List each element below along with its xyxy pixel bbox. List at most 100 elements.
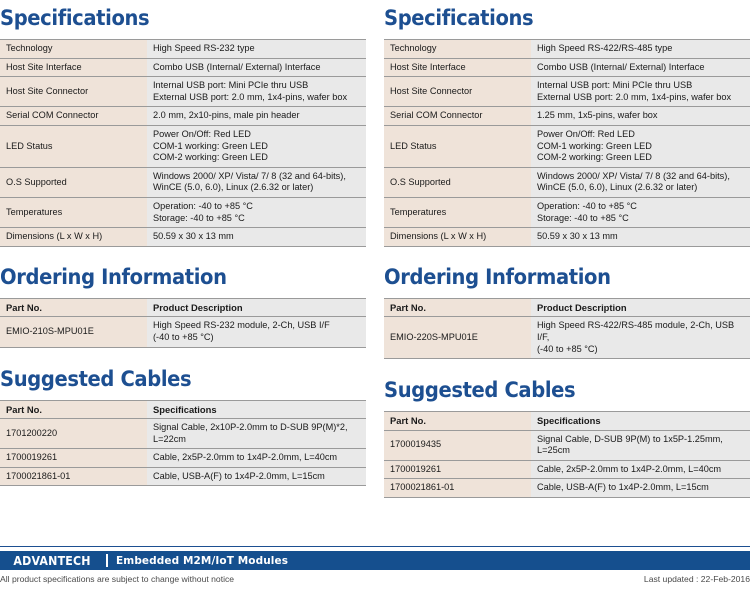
spec-value-cell: 1.25 mm, 1x5-pins, wafer box xyxy=(531,106,750,126)
spec-label-cell: Dimensions (L x W x H) xyxy=(0,227,147,247)
part-no-cell: 1700021861-01 xyxy=(384,478,531,499)
footer-product-line-title: Embedded M2M/IoT Modules xyxy=(116,554,289,567)
description-cell: Cable, USB-A(F) to 1x4P-2.0mm, L=15cm xyxy=(147,466,366,487)
spec-value-cell: High Speed RS-232 type xyxy=(147,39,366,59)
column-left: Specifications Technology High Speed RS-2… xyxy=(0,0,366,498)
column-header-description: Specifications xyxy=(147,399,366,420)
table-row: O.S Supported Windows 2000/ XP/ Vista/ 7/… xyxy=(384,166,750,198)
column-header-part-no: Part No. xyxy=(384,411,531,431)
table-row: 1701200220 Signal Cable, 2x10P-2.0mm to D… xyxy=(0,418,366,450)
section-title-cables-left: Suggested Cables xyxy=(0,366,192,391)
table-row: Temperatures Operation: -40 to +85 °C Sto… xyxy=(0,196,366,229)
section-title-ordering-left: Ordering Information xyxy=(0,264,227,289)
description-cell: Cable, 2x5P-2.0mm to 1x4P-2.0mm, L=40cm xyxy=(531,459,750,480)
table-header-row: Part No. Product Description xyxy=(384,297,750,318)
spec-label-cell: O.S Supported xyxy=(0,166,147,198)
ordering-table-right: Part No. Product Description EMIO-220S-MPU… xyxy=(384,297,750,360)
table-row: Technology High Speed RS-232 type xyxy=(0,39,366,59)
footer-logo-divider xyxy=(106,554,108,567)
spec-label-cell: Serial COM Connector xyxy=(0,106,147,126)
column-header-part-no: Part No. xyxy=(0,297,147,318)
column-header-description: Specifications xyxy=(531,411,750,431)
table-row: Host Site Connector Internal USB port: Mi… xyxy=(0,76,366,108)
ordering-table-left: Part No. Product Description EMIO-210S-MPU… xyxy=(0,297,366,348)
table-header-row: Part No. Specifications xyxy=(0,399,366,420)
part-no-cell: 1700019261 xyxy=(0,448,147,468)
part-no-cell: EMIO-220S-MPU01E xyxy=(384,316,531,360)
two-column-layout: Specifications Technology High Speed RS-2… xyxy=(0,0,750,499)
section-title-cables-right: Suggested Cables xyxy=(384,378,576,403)
spec-value-cell: Combo USB (Internal/ External) Interface xyxy=(147,57,366,78)
footer-disclaimer: All product specifications are subject t… xyxy=(0,574,235,584)
table-header-row: Part No. Specifications xyxy=(384,411,750,431)
specifications-table-left: Technology High Speed RS-232 type Host Sit… xyxy=(0,39,366,247)
spec-value-cell: Operation: -40 to +85 °C Storage: -40 to… xyxy=(531,196,750,229)
part-no-cell: 1700021861-01 xyxy=(0,466,147,487)
spec-label-cell: Host Site Interface xyxy=(0,57,147,78)
table-row: O.S Supported Windows 2000/ XP/ Vista/ 7/… xyxy=(0,166,366,198)
spec-label-cell: Host Site Connector xyxy=(384,76,531,108)
footer-last-updated: Last updated : 22-Feb-2016 xyxy=(643,574,750,584)
table-row: LED Status Power On/Off: Red LED COM-1 wo… xyxy=(384,124,750,168)
spec-value-cell: Operation: -40 to +85 °C Storage: -40 to… xyxy=(147,196,366,229)
spec-label-cell: LED Status xyxy=(0,124,147,168)
spec-value-cell: 50.59 x 30 x 13 mm xyxy=(147,227,366,247)
table-row: EMIO-210S-MPU01E High Speed RS-232 module… xyxy=(0,316,366,348)
part-no-cell: 1700019261 xyxy=(384,459,531,480)
table-row: 1700019261 Cable, 2x5P-2.0mm to 1x4P-2.0m… xyxy=(0,448,366,468)
description-cell: Cable, USB-A(F) to 1x4P-2.0mm, L=15cm xyxy=(531,478,750,499)
table-row: Serial COM Connector 1.25 mm, 1x5-pins, w… xyxy=(384,106,750,126)
column-header-part-no: Part No. xyxy=(384,297,531,318)
table-row: 1700019261 Cable, 2x5P-2.0mm to 1x4P-2.0m… xyxy=(384,459,750,480)
table-row: Serial COM Connector 2.0 mm, 2x10-pins, m… xyxy=(0,106,366,126)
column-header-description: Product Description xyxy=(147,297,366,318)
spec-value-cell: Power On/Off: Red LED COM-1 working: Gre… xyxy=(147,124,366,168)
table-row: 1700021861-01 Cable, USB-A(F) to 1x4P-2.0… xyxy=(384,478,750,499)
table-header-row: Part No. Product Description xyxy=(0,297,366,318)
table-row: EMIO-220S-MPU01E High Speed RS-422/RS-485… xyxy=(384,316,750,360)
description-cell: Signal Cable, 2x10P-2.0mm to D-SUB 9P(M)… xyxy=(147,418,366,450)
cables-table-left: Part No. Specifications 1701200220 Signal C… xyxy=(0,399,366,487)
description-cell: Cable, 2x5P-2.0mm to 1x4P-2.0mm, L=40cm xyxy=(147,448,366,468)
table-row: LED Status Power On/Off: Red LED COM-1 wo… xyxy=(0,124,366,168)
spec-value-cell: Combo USB (Internal/ External) Interface xyxy=(531,57,750,78)
column-header-description: Product Description xyxy=(531,297,750,318)
table-row: Technology High Speed RS-422/RS-485 type xyxy=(384,39,750,59)
spec-label-cell: Temperatures xyxy=(384,196,531,229)
table-row: 1700019435 Signal Cable, D-SUB 9P(M) to 1… xyxy=(384,429,750,461)
section-title-ordering-right: Ordering Information xyxy=(384,264,611,289)
description-cell: High Speed RS-232 module, 2-Ch, USB I/F … xyxy=(147,316,366,348)
cables-table-right: Part No. Specifications 1700019435 Signal C… xyxy=(384,411,750,499)
spec-label-cell: Dimensions (L x W x H) xyxy=(384,227,531,247)
spec-value-cell: Power On/Off: Red LED COM-1 working: Gre… xyxy=(531,124,750,168)
description-cell: Signal Cable, D-SUB 9P(M) to 1x5P-1.25mm… xyxy=(531,429,750,461)
advantech-logo: ADVANTECH xyxy=(0,551,104,570)
spec-label-cell: Host Site Connector xyxy=(0,76,147,108)
table-row: Dimensions (L x W x H) 50.59 x 30 x 13 mm xyxy=(384,227,750,247)
footer-bar: ADVANTECH Embedded M2M/IoT Modules xyxy=(0,551,750,570)
part-no-cell: 1700019435 xyxy=(384,429,531,461)
table-row: Host Site Interface Combo USB (Internal/ … xyxy=(0,57,366,78)
column-right: Specifications Technology High Speed RS-4… xyxy=(384,0,750,499)
spec-label-cell: O.S Supported xyxy=(384,166,531,198)
spec-label-cell: Technology xyxy=(0,39,147,59)
footer-note-row: All product specifications are subject t… xyxy=(0,574,750,584)
table-row: Dimensions (L x W x H) 50.59 x 30 x 13 mm xyxy=(0,227,366,247)
description-cell: High Speed RS-422/RS-485 module, 2-Ch, U… xyxy=(531,316,750,360)
spec-value-cell: Windows 2000/ XP/ Vista/ 7/ 8 (32 and 64… xyxy=(531,166,750,198)
spec-value-cell: Internal USB port: Mini PCIe thru USB Ex… xyxy=(531,76,750,108)
table-row: Host Site Interface Combo USB (Internal/ … xyxy=(384,57,750,78)
spec-value-cell: High Speed RS-422/RS-485 type xyxy=(531,39,750,59)
column-header-part-no: Part No. xyxy=(0,399,147,420)
part-no-cell: 1701200220 xyxy=(0,418,147,450)
spec-label-cell: Temperatures xyxy=(0,196,147,229)
table-row: Host Site Connector Internal USB port: Mi… xyxy=(384,76,750,108)
spec-value-cell: Internal USB port: Mini PCIe thru USB Ex… xyxy=(147,76,366,108)
spec-value-cell: 2.0 mm, 2x10-pins, male pin header xyxy=(147,106,366,126)
specifications-table-right: Technology High Speed RS-422/RS-485 type H… xyxy=(384,39,750,247)
page-title-specifications-left: Specifications xyxy=(0,6,150,30)
spec-value-cell: 50.59 x 30 x 13 mm xyxy=(531,227,750,247)
spec-label-cell: Technology xyxy=(384,39,531,59)
table-row: 1700021861-01 Cable, USB-A(F) to 1x4P-2.0… xyxy=(0,466,366,487)
spec-label-cell: LED Status xyxy=(384,124,531,168)
